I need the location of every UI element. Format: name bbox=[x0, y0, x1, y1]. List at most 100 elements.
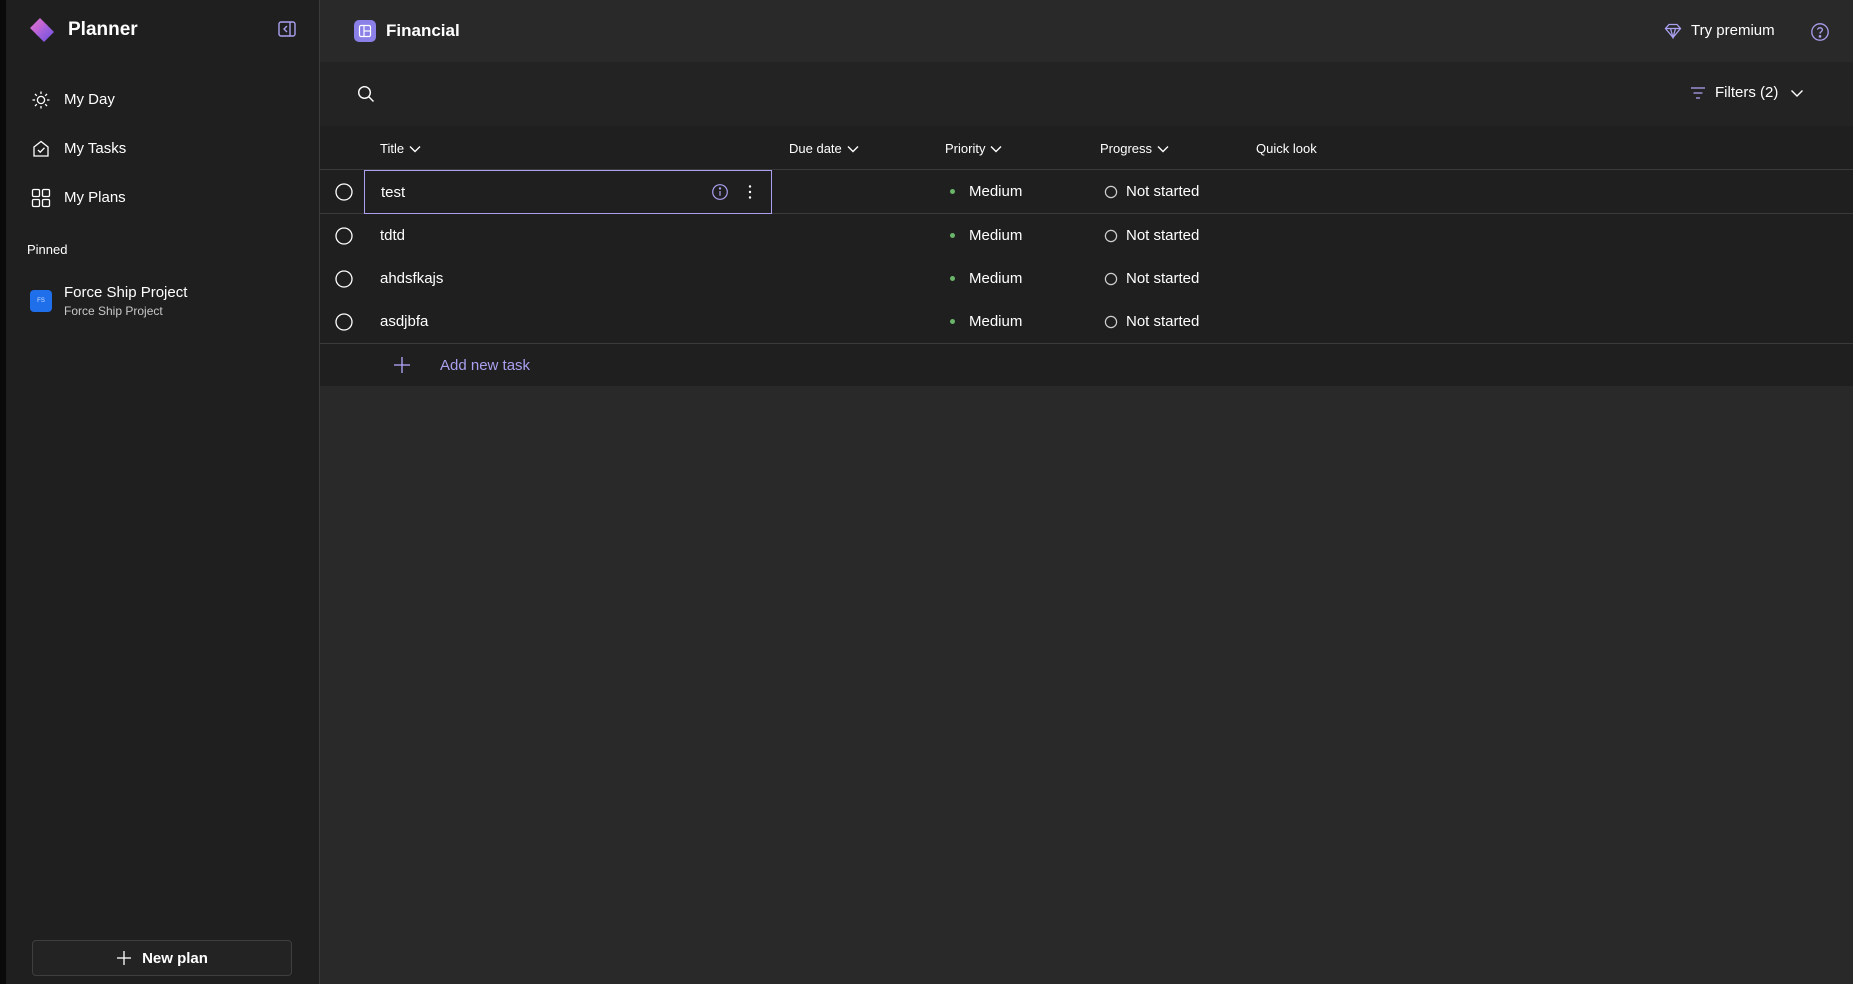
column-title-label: Title bbox=[380, 141, 405, 156]
new-plan-button[interactable]: New plan bbox=[32, 940, 292, 976]
progress-label: Not started bbox=[1126, 313, 1200, 330]
nav-label: My Plans bbox=[64, 189, 126, 206]
table-row[interactable]: ahdsfkajs Medium Not started bbox=[320, 257, 1853, 301]
not-started-circle-icon bbox=[1104, 185, 1118, 198]
tasks-icon bbox=[30, 138, 52, 160]
plan-icon bbox=[354, 20, 376, 42]
column-header-due-date[interactable]: Due date bbox=[789, 141, 859, 156]
task-title: ahdsfkajs bbox=[380, 270, 444, 287]
app-name: Planner bbox=[68, 19, 138, 40]
filter-icon bbox=[1691, 86, 1705, 99]
pinned-plan-subtitle: Force Ship Project bbox=[64, 304, 163, 318]
complete-task-checkbox-icon[interactable] bbox=[334, 312, 354, 332]
column-header-quick-look: Quick look bbox=[1256, 141, 1317, 156]
add-new-task-button[interactable]: Add new task bbox=[320, 344, 1853, 386]
progress-cell[interactable]: Not started bbox=[1104, 300, 1199, 343]
priority-medium-dot-icon bbox=[950, 319, 955, 324]
main-content: Financial Try premium Filters (2) Title … bbox=[320, 0, 1853, 984]
nav-label: My Tasks bbox=[64, 140, 127, 157]
column-header-priority[interactable]: Priority bbox=[945, 141, 1002, 156]
plus-icon bbox=[394, 357, 410, 373]
help-icon[interactable] bbox=[1810, 22, 1830, 42]
plans-grid-icon bbox=[30, 187, 52, 209]
plus-icon bbox=[117, 951, 132, 965]
progress-label: Not started bbox=[1126, 227, 1200, 244]
plan-badge-icon: FS bbox=[30, 290, 52, 312]
task-title-cell[interactable]: ahdsfkajs bbox=[364, 257, 772, 300]
progress-label: Not started bbox=[1126, 183, 1200, 200]
column-due-date-label: Due date bbox=[789, 141, 842, 156]
try-premium-label: Try premium bbox=[1691, 22, 1775, 39]
planner-app: Planner My Day My Tasks My Plans Pinned … bbox=[0, 0, 1853, 984]
top-bar: Financial Try premium bbox=[320, 0, 1853, 62]
plan-title[interactable]: Financial bbox=[354, 20, 460, 42]
chevron-down-icon bbox=[409, 145, 421, 152]
progress-cell[interactable]: Not started bbox=[1104, 257, 1199, 300]
search-icon[interactable] bbox=[356, 84, 376, 104]
priority-cell[interactable]: Medium bbox=[950, 170, 1022, 213]
collapse-panel-icon bbox=[278, 21, 296, 37]
diamond-icon bbox=[1664, 23, 1682, 39]
not-started-circle-icon bbox=[1104, 315, 1118, 328]
priority-medium-dot-icon bbox=[950, 276, 955, 281]
priority-medium-dot-icon bbox=[950, 189, 955, 194]
chevron-down-icon bbox=[1157, 145, 1169, 152]
nav-item-my-plans[interactable]: My Plans bbox=[20, 173, 310, 222]
column-progress-label: Progress bbox=[1100, 141, 1153, 156]
table-row[interactable]: asdjbfa Medium Not started bbox=[320, 300, 1853, 344]
try-premium-button[interactable]: Try premium bbox=[1664, 22, 1775, 39]
chevron-down-icon bbox=[847, 145, 859, 152]
task-title: asdjbfa bbox=[380, 313, 429, 330]
not-started-circle-icon bbox=[1104, 229, 1118, 242]
priority-medium-dot-icon bbox=[950, 233, 955, 238]
progress-cell[interactable]: Not started bbox=[1104, 214, 1199, 257]
task-title-cell[interactable]: test bbox=[364, 170, 772, 214]
task-title-cell[interactable]: asdjbfa bbox=[364, 300, 772, 343]
column-header-progress[interactable]: Progress bbox=[1100, 141, 1169, 156]
collapse-sidebar-button[interactable] bbox=[276, 18, 298, 40]
priority-label: Medium bbox=[969, 183, 1023, 200]
progress-label: Not started bbox=[1126, 270, 1200, 287]
pinned-plan-title: Force Ship Project bbox=[64, 284, 188, 301]
pinned-plan-text: Force Ship Project Force Ship Project bbox=[64, 284, 187, 318]
planner-logo-icon bbox=[30, 18, 54, 42]
chevron-down-icon bbox=[1791, 89, 1804, 97]
column-priority-label: Priority bbox=[945, 141, 986, 156]
nav-item-my-tasks[interactable]: My Tasks bbox=[20, 124, 310, 173]
complete-task-checkbox-icon[interactable] bbox=[334, 226, 354, 246]
table-row[interactable]: tdtd Medium Not started bbox=[320, 214, 1853, 258]
pinned-plan-force-ship[interactable]: FS Force Ship Project Force Ship Project bbox=[20, 278, 310, 324]
complete-task-checkbox-icon[interactable] bbox=[334, 182, 354, 202]
new-plan-label: New plan bbox=[142, 949, 208, 967]
not-started-circle-icon bbox=[1104, 272, 1118, 285]
priority-cell[interactable]: Medium bbox=[950, 300, 1022, 343]
column-quick-look-label: Quick look bbox=[1256, 141, 1317, 156]
sun-icon bbox=[30, 89, 52, 111]
search-bar bbox=[320, 62, 1853, 126]
sidebar-nav: My Day My Tasks My Plans bbox=[20, 75, 310, 222]
column-header-title[interactable]: Title bbox=[380, 141, 421, 156]
task-grid-header: Title Due date Priority Progress Quick l… bbox=[320, 126, 1853, 170]
sidebar: Planner My Day My Tasks My Plans Pinned … bbox=[6, 0, 320, 984]
priority-cell[interactable]: Medium bbox=[950, 257, 1022, 300]
priority-label: Medium bbox=[969, 227, 1023, 244]
filters-label: Filters (2) bbox=[1715, 84, 1779, 101]
pinned-header: Pinned bbox=[27, 242, 68, 257]
progress-cell[interactable]: Not started bbox=[1104, 170, 1199, 213]
complete-task-checkbox-icon[interactable] bbox=[334, 269, 354, 289]
chevron-down-icon bbox=[990, 145, 1002, 152]
filters-button[interactable]: Filters (2) bbox=[1690, 84, 1804, 101]
info-icon[interactable] bbox=[711, 183, 729, 201]
more-options-icon[interactable] bbox=[741, 183, 759, 201]
priority-cell[interactable]: Medium bbox=[950, 214, 1022, 257]
add-new-task-label: Add new task bbox=[440, 357, 531, 374]
task-title-cell[interactable]: tdtd bbox=[364, 214, 772, 257]
nav-item-my-day[interactable]: My Day bbox=[20, 75, 310, 124]
plan-title-text: Financial bbox=[386, 21, 460, 40]
search-input[interactable] bbox=[384, 80, 984, 108]
task-title: tdtd bbox=[380, 227, 406, 244]
brand[interactable]: Planner bbox=[26, 14, 138, 46]
nav-label: My Day bbox=[64, 91, 115, 108]
priority-label: Medium bbox=[969, 313, 1023, 330]
table-row[interactable]: test Medium Not started bbox=[320, 170, 1853, 214]
